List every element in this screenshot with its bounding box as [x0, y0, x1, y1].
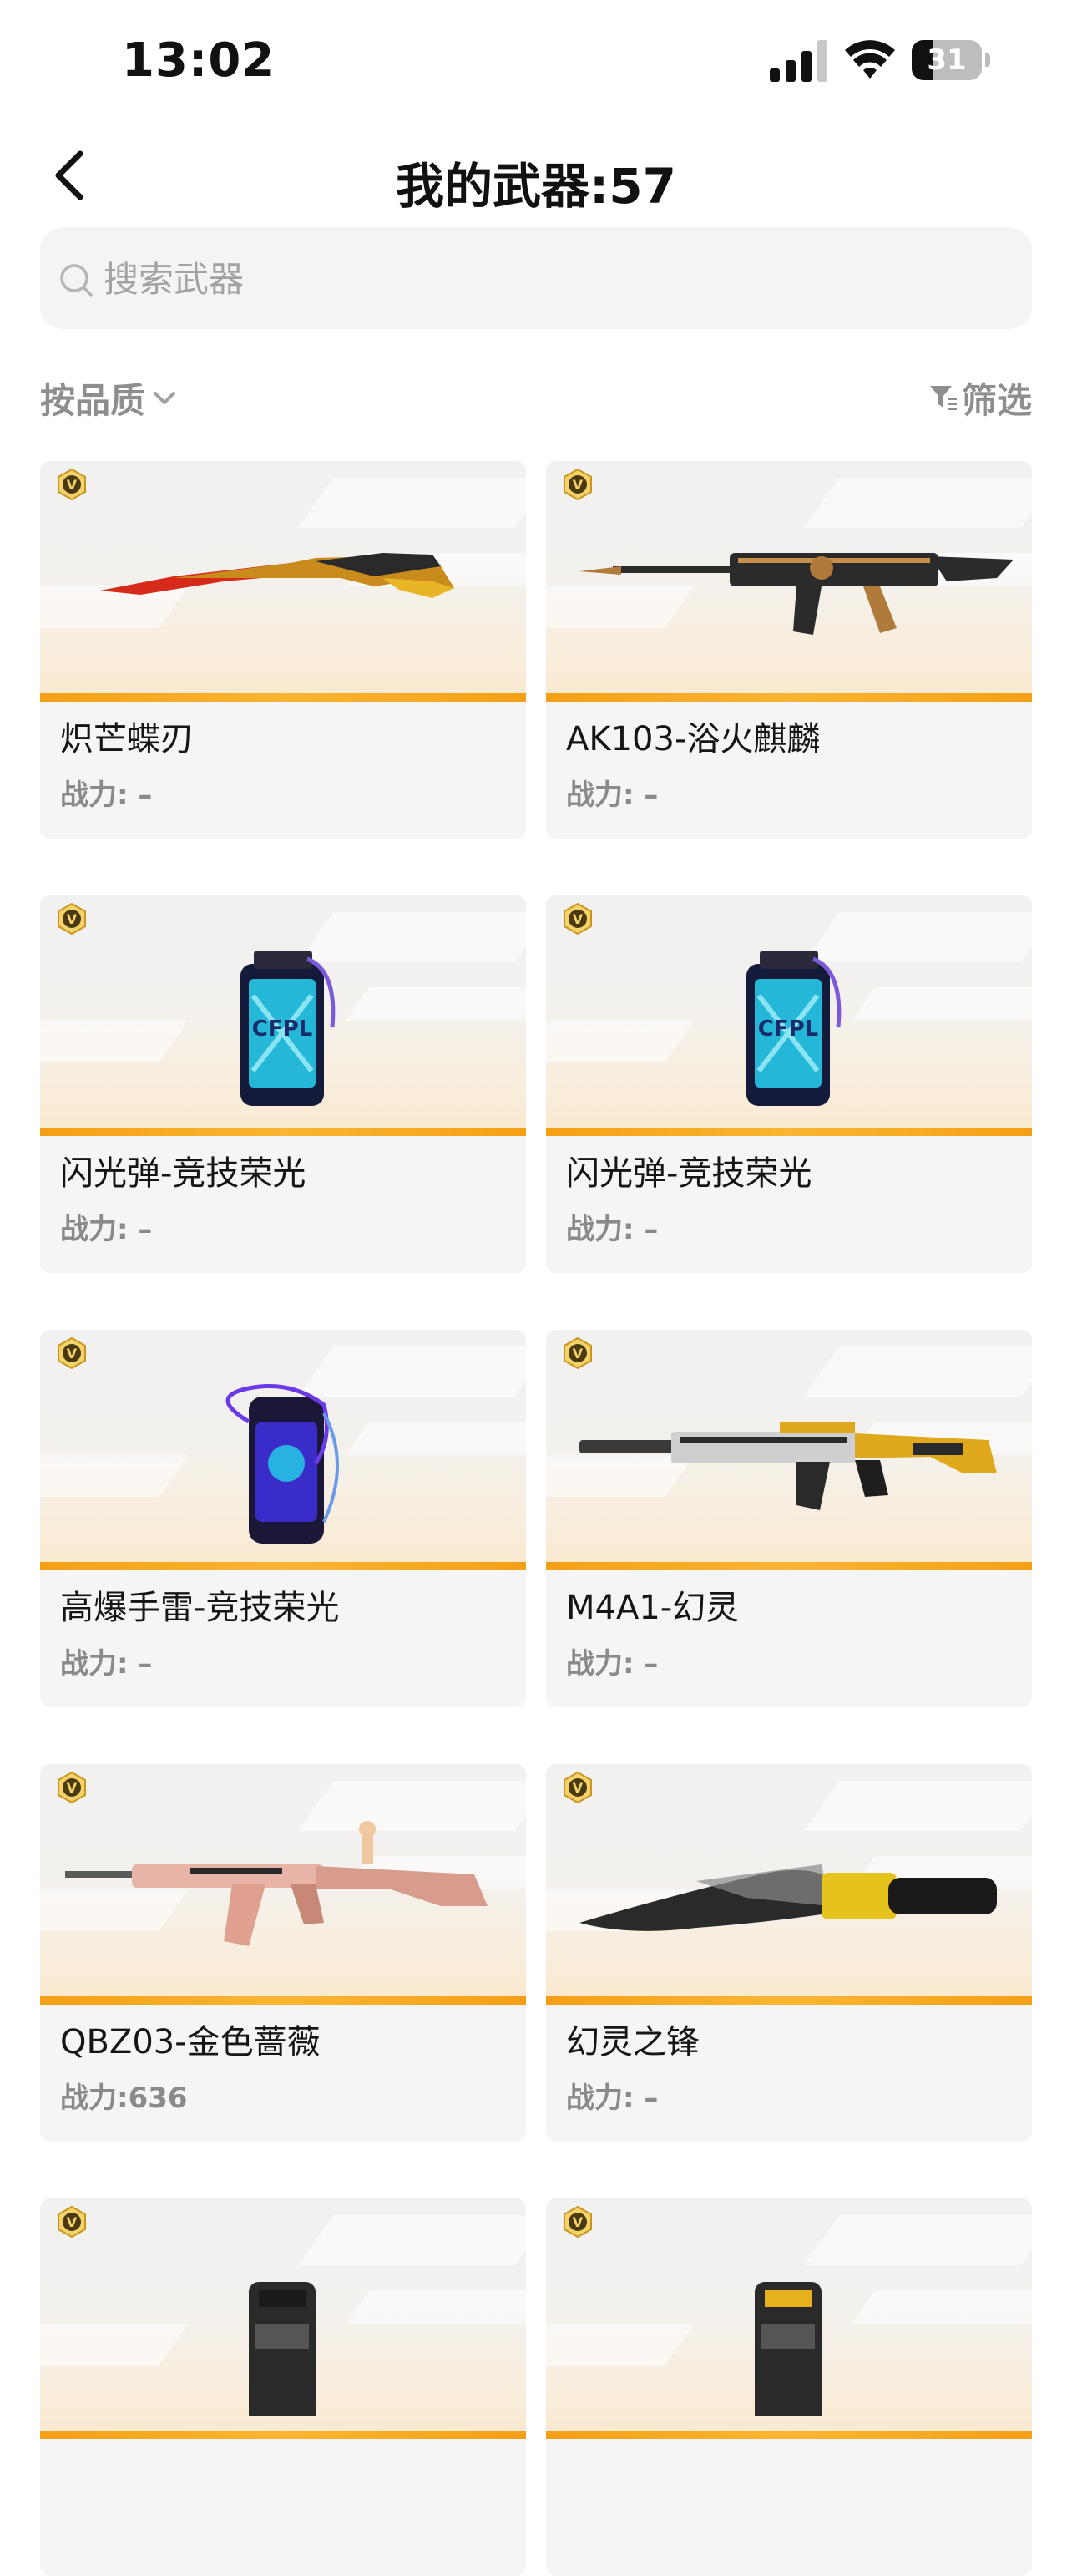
weapon-image-area: V [40, 1764, 526, 2005]
svg-text:V: V [573, 911, 584, 927]
flashbang-icon: CFPL [240, 951, 336, 1106]
battery-level: 31 [927, 43, 967, 77]
weapon-power: 战力: – [60, 1213, 153, 1246]
flashbang-icon: CFPL [746, 951, 842, 1106]
weapon-name: QBZ03-金色蔷薇 [60, 2023, 321, 2061]
svg-text:V: V [573, 1780, 584, 1796]
search-icon [60, 264, 93, 297]
weapon-power: 战力: – [566, 2082, 659, 2115]
quality-bar [546, 1128, 1032, 1136]
weapon-name: 高爆手雷-竞技荣光 [60, 1589, 340, 1627]
weapon-name: 闪光弹-竞技荣光 [60, 1154, 306, 1193]
svg-text:V: V [67, 911, 78, 927]
weapon-image-area: V [40, 461, 526, 702]
battery-icon: 31 [912, 40, 992, 80]
quality-bar [40, 1562, 526, 1570]
weapon-name: 幻灵之锋 [566, 2023, 700, 2061]
weapon-power: 战力: – [566, 778, 659, 812]
weapon-card-5[interactable]: V 高爆手雷-竞技荣光 战力: – [40, 1330, 526, 1707]
sort-by-quality-button[interactable]: 按品质 [40, 373, 179, 423]
weapon-power: 战力: – [60, 778, 153, 812]
filter-icon [929, 386, 957, 410]
svg-text:V: V [573, 477, 584, 493]
weapon-power: 战力: – [60, 1647, 153, 1681]
weapon-card-2[interactable]: V AK103-浴火麒麟 战力: – [546, 461, 1032, 839]
signal-icon [770, 40, 827, 82]
quality-bar [546, 2431, 1032, 2439]
rifle-icon [579, 553, 1014, 635]
sort-label: 按品质 [40, 379, 146, 421]
weapon-name: M4A1-幻灵 [566, 1589, 740, 1627]
weapon-image-area: V [546, 461, 1032, 702]
grenade-icon [225, 1384, 339, 1544]
quality-bar [40, 1996, 526, 2005]
filter-button[interactable]: 筛选 [928, 373, 1032, 423]
weapon-card-3[interactable]: V CFPL 闪光弹-竞技荣光 战力: – [40, 895, 526, 1273]
svg-text:V: V [573, 2214, 584, 2230]
weapon-image-area: V [546, 2198, 1032, 2439]
header: 我的武器:57 [0, 125, 1072, 226]
page-title: 我的武器:57 [396, 158, 676, 215]
status-time: 13:02 [122, 33, 276, 88]
svg-text:V: V [573, 1346, 584, 1362]
weapon-image-area: V [546, 1764, 1032, 2005]
search-input[interactable] [102, 227, 1007, 331]
knife-icon [579, 1864, 997, 1931]
svg-text:V: V [67, 1346, 78, 1362]
weapon-card-6[interactable]: V M4A1-幻灵 战力: – [546, 1330, 1032, 1707]
svg-text:CFPL: CFPL [758, 1017, 818, 1042]
quality-bar [546, 1562, 1032, 1570]
search-bar[interactable] [40, 227, 1032, 331]
weapon-power: 战力:636 [60, 2082, 188, 2115]
weapon-image-area: V [40, 2198, 526, 2439]
weapon-card-7[interactable]: V QBZ03-金色蔷薇 战力:636 [40, 1764, 526, 2142]
weapon-image-area: V CFPL [546, 895, 1032, 1136]
weapon-card-4[interactable]: V CFPL 闪光弹-竞技荣光 战力: – [546, 895, 1032, 1273]
svg-text:V: V [67, 1780, 78, 1796]
quality-bar [40, 2431, 526, 2439]
quality-bar [40, 1128, 526, 1136]
filter-label: 筛选 [961, 379, 1032, 421]
weapon-card-8[interactable]: V 幻灵之锋 战力: – [546, 1764, 1032, 2142]
svg-text:V: V [67, 2214, 78, 2230]
svg-text:V: V [67, 477, 78, 493]
grenade-icon [249, 2282, 316, 2416]
weapon-name: 炽芒蝶刃 [60, 720, 194, 758]
weapon-image-area: V [546, 1330, 1032, 1570]
grenade-icon [755, 2282, 822, 2416]
weapon-card-10[interactable]: V [546, 2198, 1032, 2576]
svg-text:CFPL: CFPL [252, 1017, 312, 1042]
weapon-image-area: V [40, 1330, 526, 1570]
wifi-icon [845, 40, 895, 79]
weapon-card-1[interactable]: V 炽芒蝶刃 战力: – [40, 461, 526, 839]
quality-bar [546, 1996, 1032, 2005]
weapon-name: AK103-浴火麒麟 [566, 720, 821, 758]
weapon-name: 闪光弹-竞技荣光 [566, 1154, 812, 1193]
weapon-power: 战力: – [566, 1647, 659, 1681]
quality-bar [546, 693, 1032, 702]
status-bar: 13:02 31 [0, 0, 1072, 125]
weapon-image-area: V CFPL [40, 895, 526, 1136]
weapon-power: 战力: – [566, 1213, 659, 1246]
rifle-icon [65, 1821, 488, 1946]
butterfly-knife-icon [100, 553, 454, 598]
rifle-icon [579, 1422, 997, 1510]
quality-bar [40, 693, 526, 702]
weapon-card-9[interactable]: V [40, 2198, 526, 2576]
chevron-down-icon [154, 392, 176, 404]
